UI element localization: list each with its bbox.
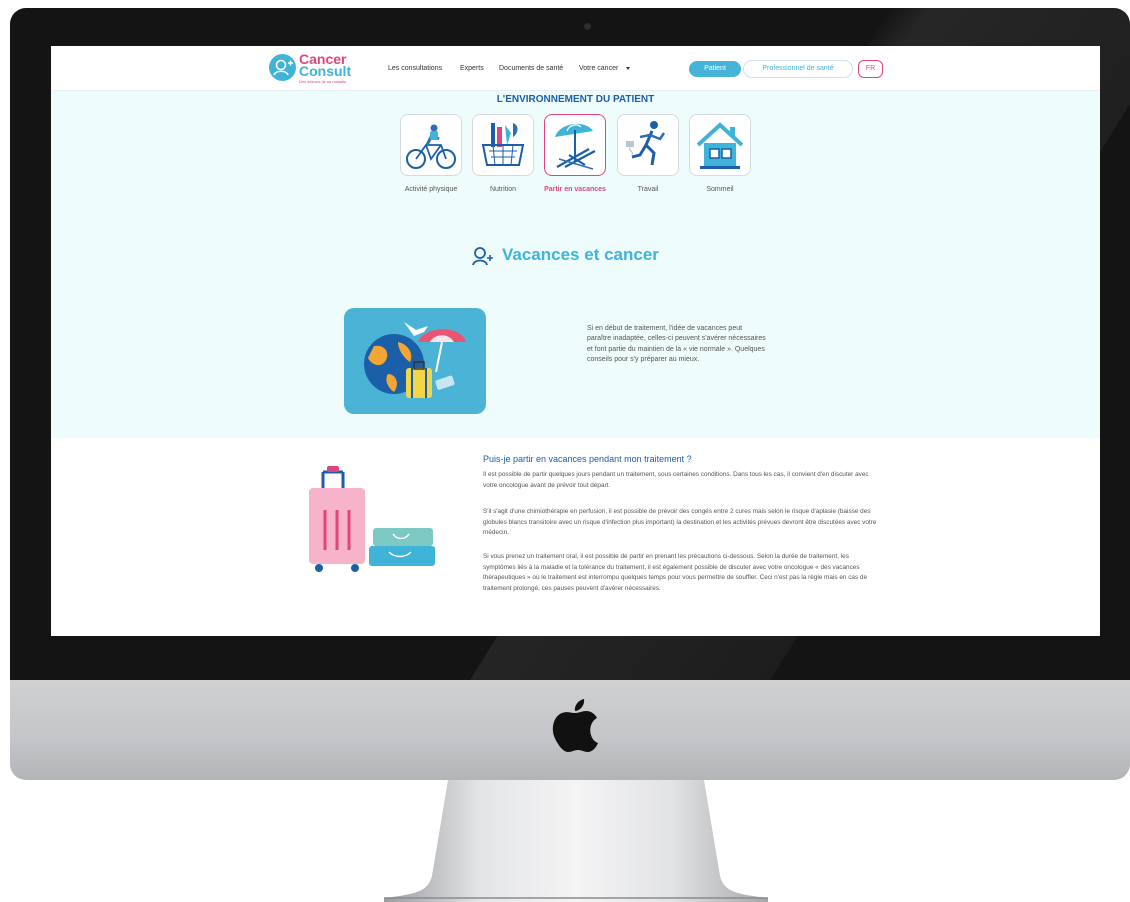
nav-link-documents[interactable]: Documents de santé	[499, 64, 563, 73]
logo-tagline: Des acteurs de sa maladie	[299, 79, 347, 84]
camera-dot	[584, 23, 591, 30]
faq-paragraph-1: Il est possible de partir quelques jours…	[483, 471, 869, 489]
bicycle-icon	[406, 124, 456, 169]
top-navigation: Cancer Consult Des acteurs de sa maladie…	[51, 46, 1100, 91]
nav-link-consultations[interactable]: Les consultations	[388, 64, 442, 73]
language-button[interactable]: FR	[858, 60, 883, 78]
vacation-globe-illustration	[344, 308, 486, 414]
environment-title: L'ENVIRONNEMENT DU PATIENT	[496, 94, 655, 105]
section-intro-text: Si en début de traitement, l'idée de vac…	[587, 325, 766, 363]
category-label-sommeil[interactable]: Sommeil	[675, 184, 765, 196]
chevron-down-icon[interactable]	[626, 67, 630, 70]
apple-logo-icon	[552, 699, 598, 752]
cancer-consult-logo-icon[interactable]	[269, 54, 296, 81]
category-travail[interactable]	[617, 114, 679, 176]
runner-icon	[626, 121, 666, 166]
professional-button[interactable]: Professionnel de santé	[743, 60, 853, 78]
category-nutrition[interactable]	[472, 114, 534, 176]
category-partir-en-vacances[interactable]	[544, 114, 606, 176]
globe-suitcase-icon	[364, 322, 466, 398]
grocery-basket-icon	[481, 123, 525, 166]
imac-stand	[384, 780, 768, 902]
faq-paragraph-3: Si vous prenez un traitement oral, il es…	[483, 553, 868, 592]
house-icon	[696, 122, 744, 169]
nav-link-votre-cancer[interactable]: Votre cancer	[579, 64, 618, 73]
beach-umbrella-icon	[555, 123, 596, 170]
patient-button[interactable]: Patient	[689, 61, 741, 77]
faq-paragraph-2: S'il s'agit d'une chimiothérapie en perf…	[483, 508, 877, 536]
logo-wordmark-consult[interactable]: Consult	[299, 64, 351, 78]
category-sommeil[interactable]	[689, 114, 751, 176]
category-activite-physique[interactable]	[400, 114, 462, 176]
nav-link-experts[interactable]: Experts	[460, 64, 484, 73]
luggage-illustration	[309, 466, 435, 572]
faq-section: Puis-je partir en vacances pendant mon t…	[51, 438, 1100, 636]
section-title: Vacances et cancer	[502, 245, 659, 264]
faq-question-title: Puis-je partir en vacances pendant mon t…	[483, 454, 692, 464]
user-plus-icon	[472, 247, 493, 266]
browser-screen: Cancer Consult Des acteurs de sa maladie…	[51, 46, 1100, 636]
